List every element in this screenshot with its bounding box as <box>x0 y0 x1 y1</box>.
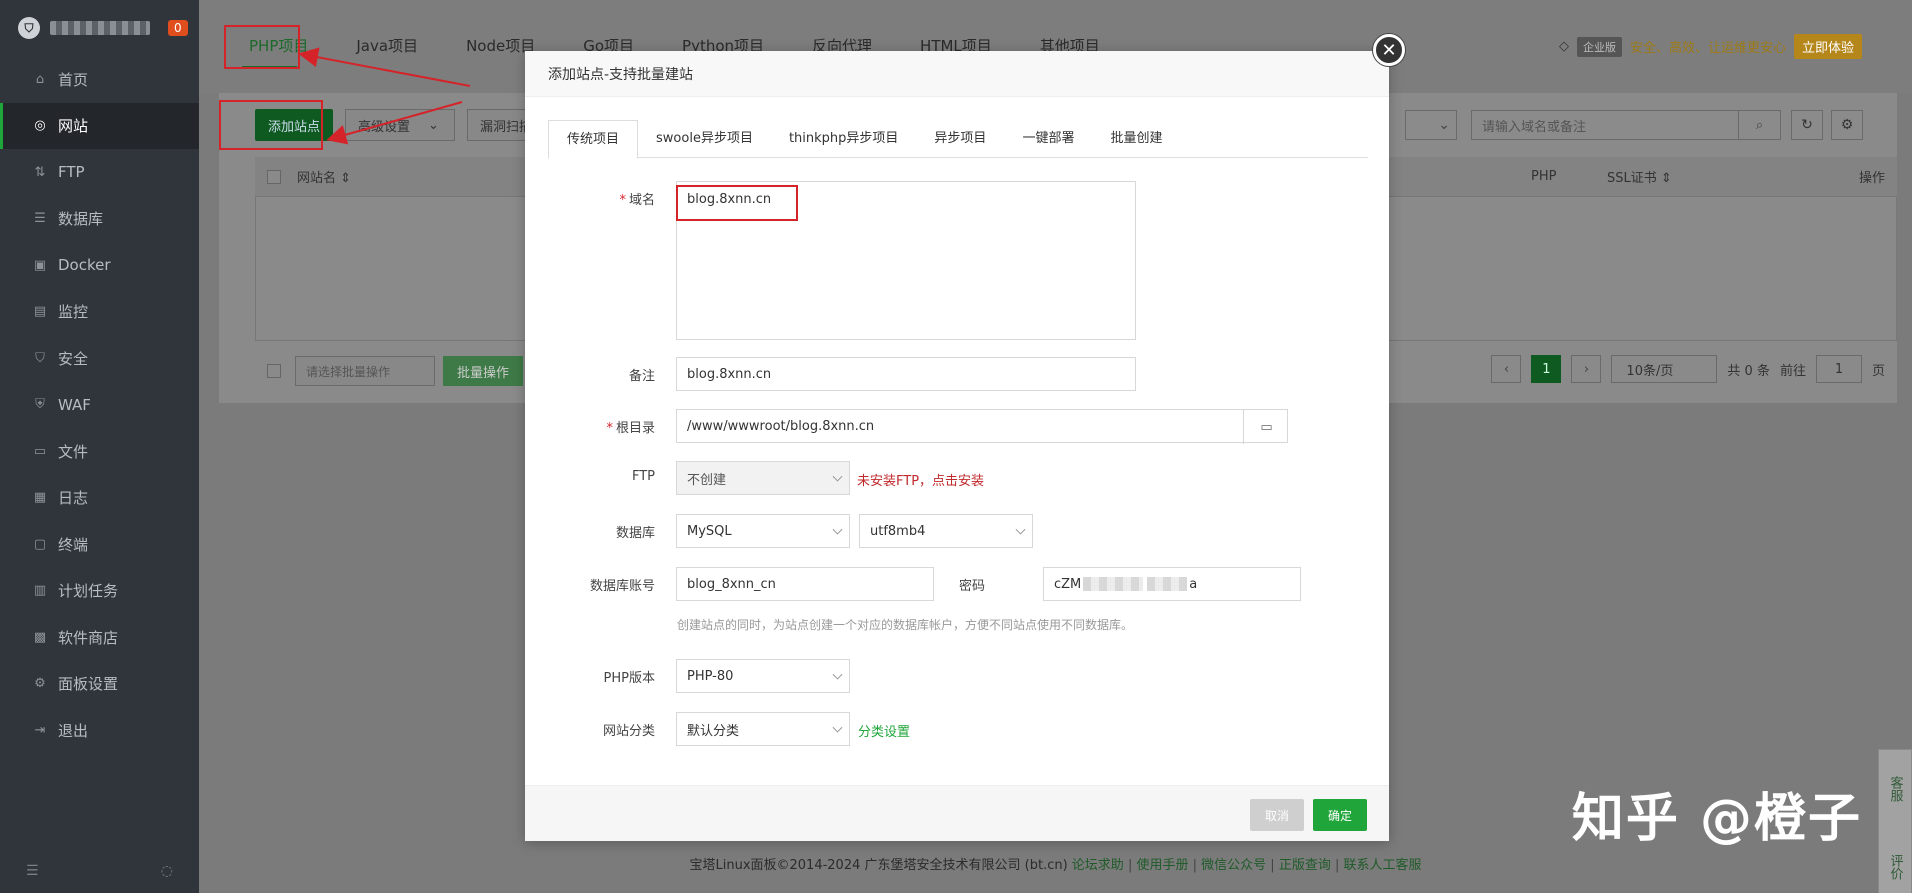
ftp-install-link[interactable]: 未安装FTP，点击安装 <box>857 470 984 489</box>
cancel-button[interactable]: 取消 <box>1250 799 1304 831</box>
dialog-tab-3[interactable]: 异步项目 <box>916 120 1004 158</box>
confirm-button[interactable]: 确定 <box>1313 799 1367 831</box>
ftp-select-value: 不创建 <box>687 472 727 488</box>
root-dir-label: * 根目录 <box>606 421 655 436</box>
arrow-to-add-site <box>326 101 463 145</box>
database-label: 数据库 <box>615 526 655 541</box>
database-type-select[interactable]: MySQL <box>676 514 850 548</box>
ftp-label: FTP <box>631 469 655 484</box>
category-label: 网站分类 <box>602 724 655 739</box>
domain-label: * 域名 <box>619 193 655 208</box>
zhihu-watermark: 知乎 @橙子 <box>1571 789 1862 849</box>
close-icon[interactable]: ✕ <box>1373 34 1405 66</box>
php-version-select[interactable]: PHP-80 <box>676 659 850 693</box>
category-select[interactable]: 默认分类 <box>676 712 850 746</box>
folder-icon[interactable]: ▭ <box>1243 410 1289 444</box>
dialog-tab-0[interactable]: 传统项目 <box>548 120 639 159</box>
root-dir-value: /www/wwwroot/blog.8xnn.cn <box>687 418 875 434</box>
annotation-box-domain <box>676 185 798 221</box>
dialog-tab-2[interactable]: thinkphp异步项目 <box>771 120 916 158</box>
add-site-dialog: 添加站点-支持批量建站 传统项目 swoole异步项目 thinkphp异步项目 异步… <box>525 51 1389 841</box>
dialog-tab-5[interactable]: 批量创建 <box>1092 120 1180 158</box>
database-type-value: MySQL <box>687 523 732 539</box>
chevron-down-icon <box>832 722 843 733</box>
chevron-down-icon <box>832 471 843 482</box>
category-value: 默认分类 <box>687 723 740 739</box>
chevron-down-icon <box>832 669 843 680</box>
arrow-to-php-tab <box>298 47 471 87</box>
password-label: 密码 <box>958 579 985 594</box>
password-suffix: a <box>1189 576 1198 592</box>
category-settings-link[interactable]: 分类设置 <box>858 721 910 740</box>
db-password-input[interactable]: cZM a <box>1043 567 1301 601</box>
password-blurred <box>1083 577 1144 591</box>
dialog-tab-1[interactable]: swoole异步项目 <box>638 120 771 158</box>
remark-label: 备注 <box>628 369 655 384</box>
password-blurred-2 <box>1147 577 1188 591</box>
dialog-footer: 取消 确定 <box>525 785 1389 841</box>
chevron-down-icon <box>1015 524 1026 535</box>
ftp-select[interactable]: 不创建 <box>676 461 850 495</box>
charset-value: utf8mb4 <box>870 523 926 539</box>
dialog-tab-4[interactable]: 一键部署 <box>1004 120 1092 158</box>
root-dir-input[interactable]: /www/wwwroot/blog.8xnn.cn ▭ <box>676 409 1289 444</box>
password-prefix: cZM <box>1054 576 1082 592</box>
php-version-label: PHP版本 <box>603 671 655 686</box>
charset-select[interactable]: utf8mb4 <box>859 514 1033 548</box>
db-hint-text: 创建站点的同时，为站点创建一个对应的数据库帐户，方便不同站点使用不同数据库。 <box>677 618 1134 632</box>
chevron-down-icon <box>832 524 843 535</box>
db-account-label: 数据库账号 <box>589 579 655 594</box>
remark-input[interactable]: blog.8xnn.cn <box>676 357 1136 391</box>
php-version-value: PHP-80 <box>687 668 734 684</box>
dialog-title: 添加站点-支持批量建站 <box>525 51 1389 97</box>
dialog-tabs: 传统项目 swoole异步项目 thinkphp异步项目 异步项目 一键部署 批量创建 <box>548 120 1368 159</box>
